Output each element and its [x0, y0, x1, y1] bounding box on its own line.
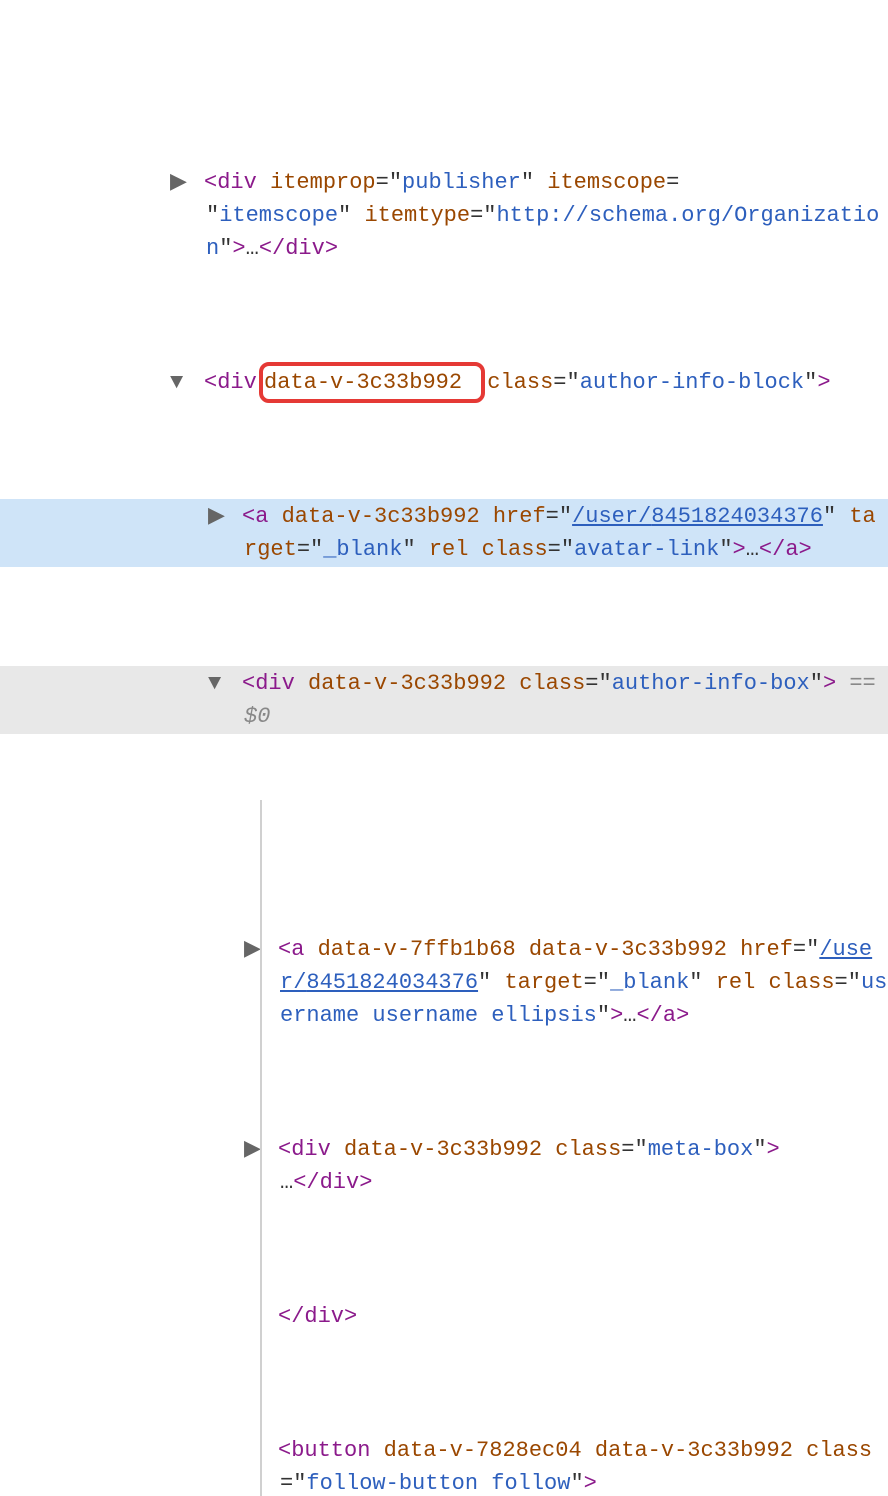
dom-node-username-link[interactable]: ▶<a data-v-7ffb1b68 data-v-3c33b992 href… [0, 932, 888, 1033]
expand-arrow-icon[interactable]: ▶ [262, 933, 278, 966]
expand-arrow-icon[interactable]: ▶ [188, 166, 204, 199]
collapse-arrow-icon[interactable]: ▼ [226, 667, 242, 700]
href-link[interactable]: /user/8451824034376 [572, 504, 823, 529]
expand-arrow-icon[interactable]: ▶ [262, 1133, 278, 1166]
dom-node-author-info-block[interactable]: ▼<div data-v-3c33b992 class="author-info… [0, 365, 888, 400]
collapse-arrow-icon[interactable]: ▼ [188, 366, 204, 399]
dom-node-author-info-box[interactable]: ▼<div data-v-3c33b992 class="author-info… [0, 666, 888, 734]
dom-node-meta-box[interactable]: ▶<div data-v-3c33b992 class="meta-box">…… [0, 1132, 888, 1200]
dom-node-publisher[interactable]: ▶<div itemprop="publisher" itemscope="it… [0, 165, 888, 266]
dom-node-avatar-link[interactable]: ▶<a data-v-3c33b992 href="/user/84518240… [0, 499, 888, 567]
tree-guide-line [260, 800, 262, 1496]
dom-node-follow-button[interactable]: <button data-v-7828ec04 data-v-3c33b992 … [0, 1433, 888, 1496]
dom-close-div[interactable]: </div> [0, 1299, 888, 1334]
highlighted-attribute: data-v-3c33b992 [259, 362, 485, 403]
expand-arrow-icon[interactable]: ▶ [226, 500, 242, 533]
